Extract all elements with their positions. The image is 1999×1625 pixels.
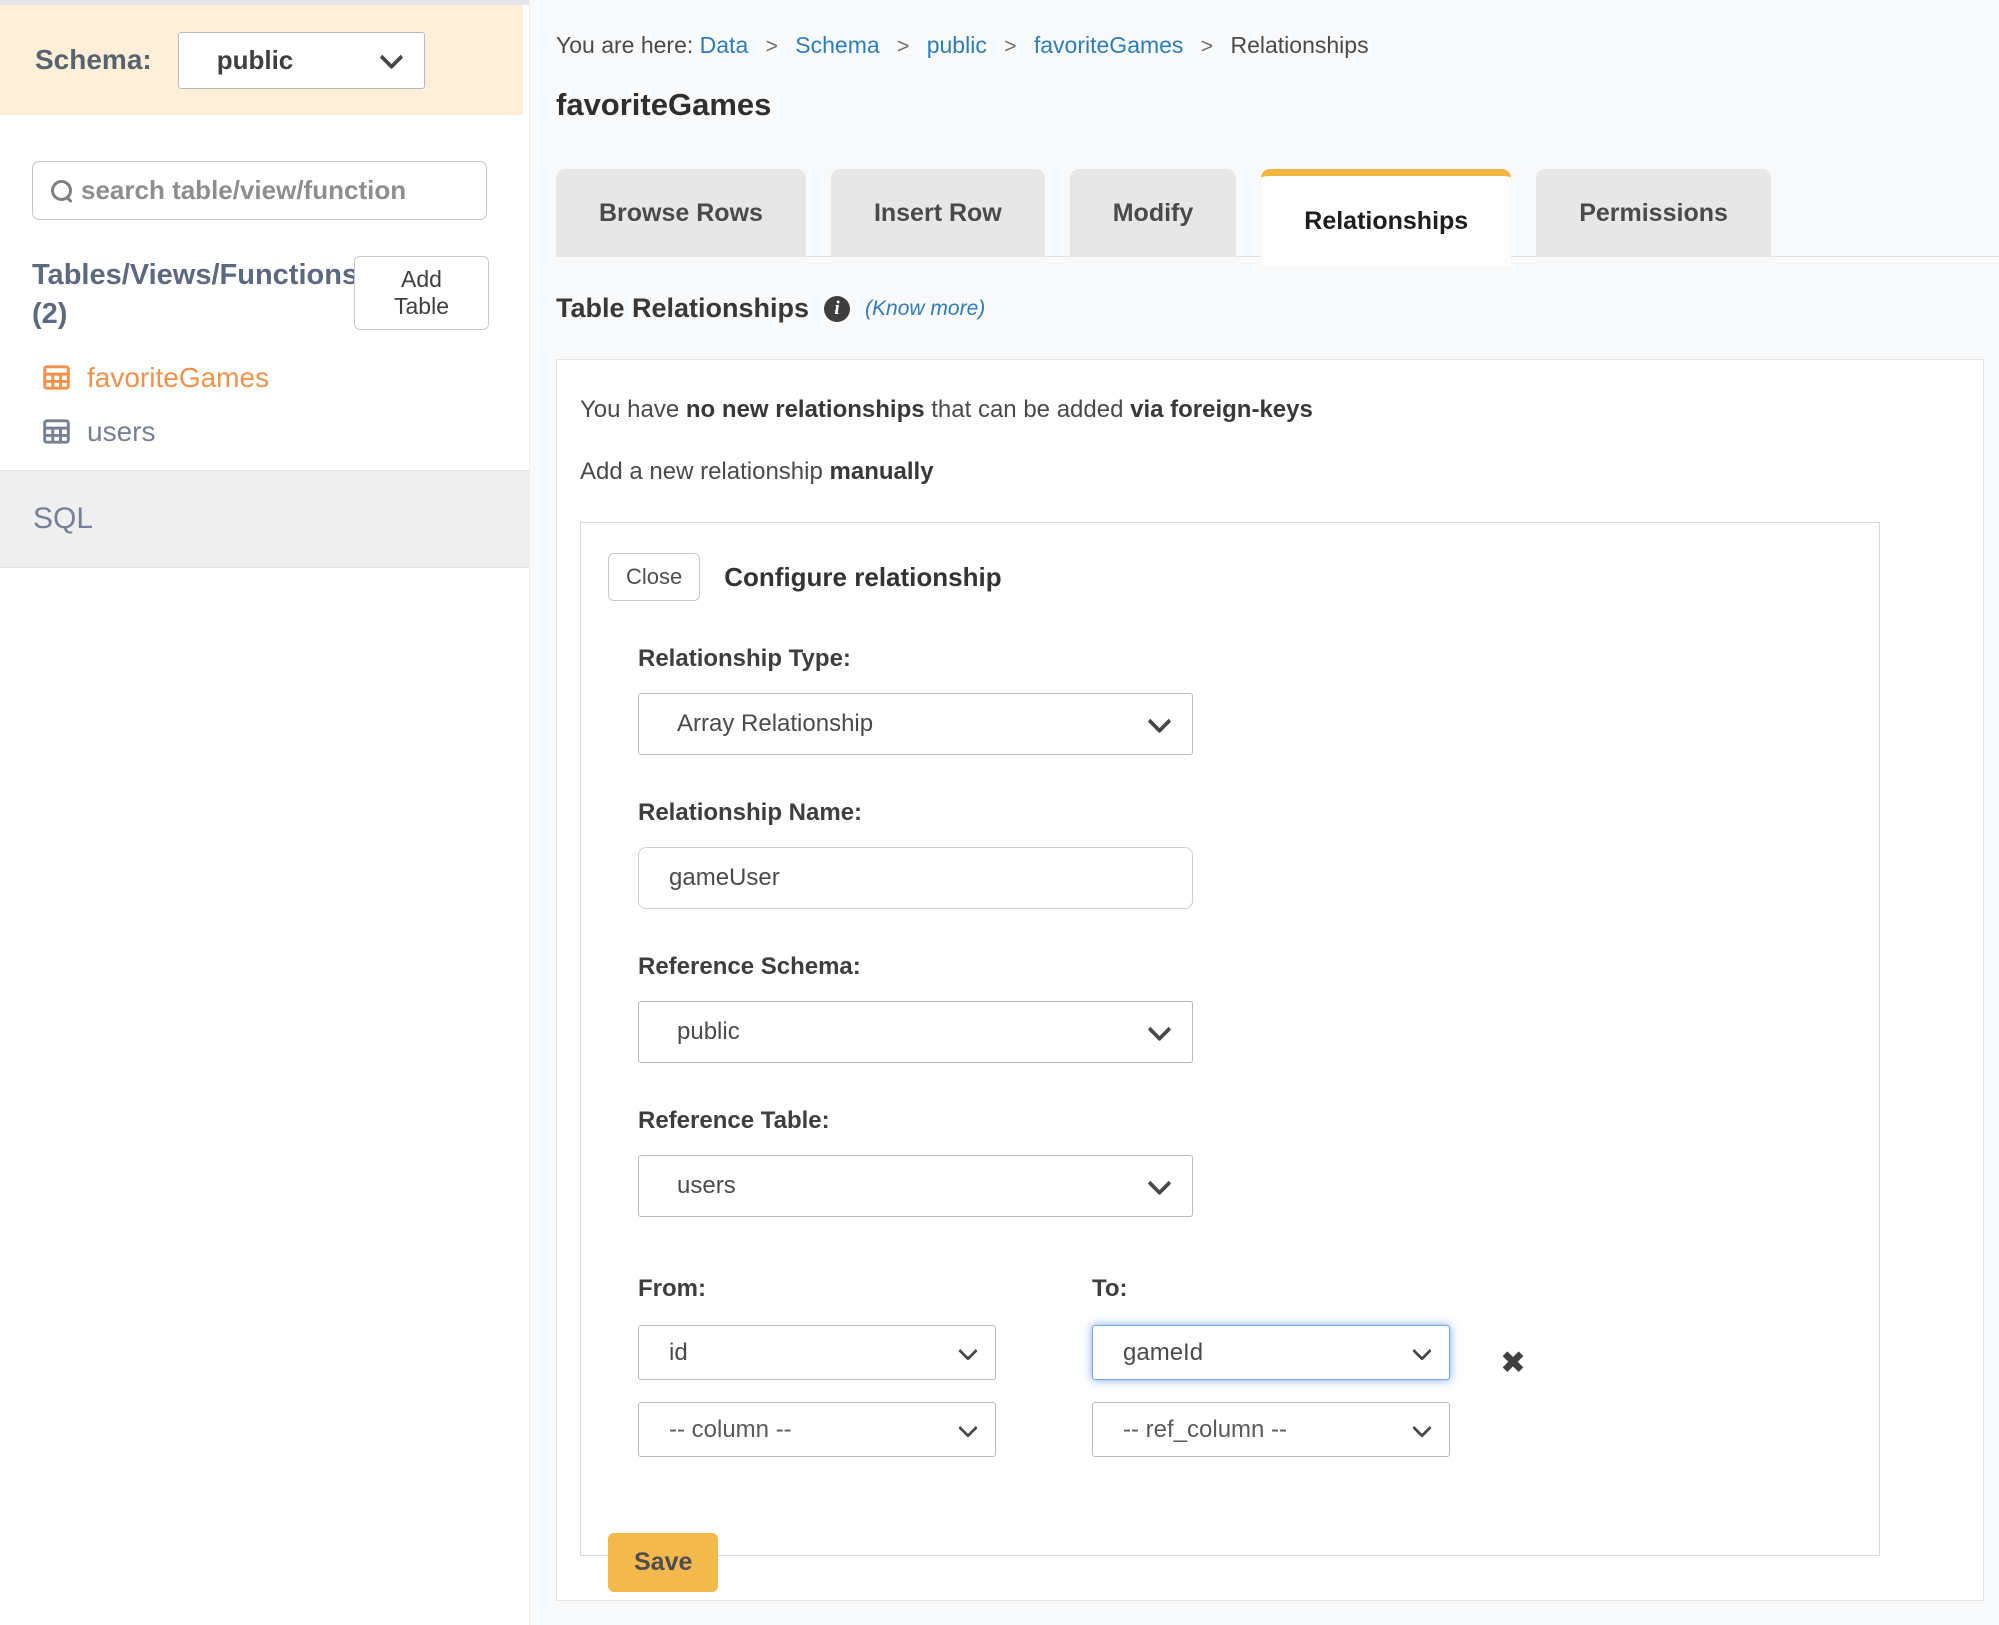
table-name: users bbox=[87, 416, 155, 448]
tab-insert-row[interactable]: Insert Row bbox=[831, 169, 1045, 257]
breadcrumb-separator: > bbox=[897, 35, 909, 58]
breadcrumb-data[interactable]: Data bbox=[700, 32, 749, 58]
from-column-value: id bbox=[669, 1339, 688, 1367]
search-icon bbox=[49, 178, 75, 204]
relationship-name-input[interactable] bbox=[638, 847, 1193, 909]
remove-mapping-icon[interactable]: ✖ bbox=[1500, 1347, 1526, 1378]
schema-label: Schema: bbox=[35, 44, 152, 76]
to-label: To: bbox=[1092, 1275, 1450, 1303]
sidebar-item-users[interactable]: users bbox=[43, 416, 529, 448]
add-manually-text: Add a new relationship manually bbox=[580, 458, 1983, 486]
relationship-type-value: Array Relationship bbox=[677, 710, 873, 738]
tab-relationships[interactable]: Relationships bbox=[1261, 169, 1511, 266]
tab-modify[interactable]: Modify bbox=[1070, 169, 1237, 257]
configure-relationship-box: Close Configure relationship Relationshi… bbox=[580, 522, 1880, 1556]
hasura-data-console: Schema: public Tables/Views/Functions (2… bbox=[0, 0, 1999, 1625]
schema-bar: Schema: public bbox=[0, 5, 523, 115]
from-column-group: From: id -- column -- bbox=[638, 1275, 996, 1457]
relationships-panel: You have no new relationships that can b… bbox=[556, 359, 1984, 1601]
tables-header-row: Tables/Views/Functions (2) Add Table bbox=[32, 256, 489, 334]
breadcrumb-separator: > bbox=[766, 35, 778, 58]
breadcrumb-separator: > bbox=[1201, 35, 1213, 58]
reference-table-select[interactable]: users bbox=[638, 1155, 1193, 1217]
table-icon bbox=[43, 365, 70, 390]
table-search[interactable] bbox=[32, 161, 487, 220]
from-column-placeholder: -- column -- bbox=[669, 1416, 792, 1444]
reference-table-value: users bbox=[677, 1172, 736, 1200]
schema-select[interactable]: public bbox=[178, 32, 425, 89]
sidebar: Schema: public Tables/Views/Functions (2… bbox=[0, 0, 530, 1625]
relationship-name-label: Relationship Name: bbox=[638, 799, 1879, 827]
add-table-button[interactable]: Add Table bbox=[354, 256, 489, 330]
column-mapping: From: id -- column -- To: gameId bbox=[638, 1275, 1879, 1457]
sidebar-item-favoriteGames[interactable]: favoriteGames bbox=[43, 362, 529, 394]
configure-title: Configure relationship bbox=[724, 562, 1001, 593]
main-content: You are here: Data > Schema > public > f… bbox=[531, 0, 1999, 1625]
schema-select-value: public bbox=[217, 45, 294, 76]
know-more-link[interactable]: (Know more) bbox=[865, 297, 985, 321]
reference-schema-select[interactable]: public bbox=[638, 1001, 1193, 1063]
to-column-placeholder: -- ref_column -- bbox=[1123, 1416, 1287, 1444]
tab-bar: Browse Rows Insert Row Modify Relationsh… bbox=[556, 169, 1999, 257]
reference-table-label: Reference Table: bbox=[638, 1107, 1879, 1135]
table-name: favoriteGames bbox=[87, 362, 269, 394]
breadcrumb-public[interactable]: public bbox=[927, 32, 987, 58]
breadcrumb-current: Relationships bbox=[1230, 32, 1368, 58]
close-button[interactable]: Close bbox=[608, 553, 700, 601]
section-title: Table Relationships bbox=[556, 293, 809, 324]
breadcrumb-schema[interactable]: Schema bbox=[795, 32, 879, 58]
tab-permissions[interactable]: Permissions bbox=[1536, 169, 1771, 257]
from-label: From: bbox=[638, 1275, 996, 1303]
relationship-type-label: Relationship Type: bbox=[638, 645, 1879, 673]
no-new-relationships-text: You have no new relationships that can b… bbox=[580, 396, 1983, 424]
from-column-placeholder-select[interactable]: -- column -- bbox=[638, 1402, 996, 1457]
breadcrumb-separator: > bbox=[1004, 35, 1016, 58]
table-icon bbox=[43, 419, 70, 444]
configure-form: Relationship Type: Array Relationship Re… bbox=[638, 645, 1879, 1457]
tab-browse-rows[interactable]: Browse Rows bbox=[556, 169, 806, 257]
relationship-type-select[interactable]: Array Relationship bbox=[638, 693, 1193, 755]
to-column-select[interactable]: gameId bbox=[1092, 1325, 1450, 1380]
reference-schema-value: public bbox=[677, 1018, 740, 1046]
to-column-placeholder-select[interactable]: -- ref_column -- bbox=[1092, 1402, 1450, 1457]
reference-schema-label: Reference Schema: bbox=[638, 953, 1879, 981]
to-column-group: To: gameId -- ref_column -- bbox=[1092, 1275, 1450, 1457]
save-button[interactable]: Save bbox=[608, 1533, 718, 1592]
page-title: favoriteGames bbox=[556, 87, 1999, 123]
from-column-select[interactable]: id bbox=[638, 1325, 996, 1380]
info-icon bbox=[824, 296, 850, 322]
breadcrumb: You are here: Data > Schema > public > f… bbox=[556, 32, 1999, 59]
sql-label: SQL bbox=[33, 502, 93, 536]
search-input[interactable] bbox=[81, 175, 470, 206]
configure-header: Close Configure relationship bbox=[608, 553, 1879, 601]
sidebar-item-sql[interactable]: SQL bbox=[0, 470, 529, 568]
breadcrumb-favoriteGames[interactable]: favoriteGames bbox=[1034, 32, 1184, 58]
section-header: Table Relationships (Know more) bbox=[556, 293, 1999, 324]
tables-heading: Tables/Views/Functions (2) bbox=[32, 256, 354, 334]
to-column-value: gameId bbox=[1123, 1339, 1203, 1367]
table-list: favoriteGames users bbox=[43, 362, 529, 448]
breadcrumb-prefix: You are here: bbox=[556, 32, 693, 58]
